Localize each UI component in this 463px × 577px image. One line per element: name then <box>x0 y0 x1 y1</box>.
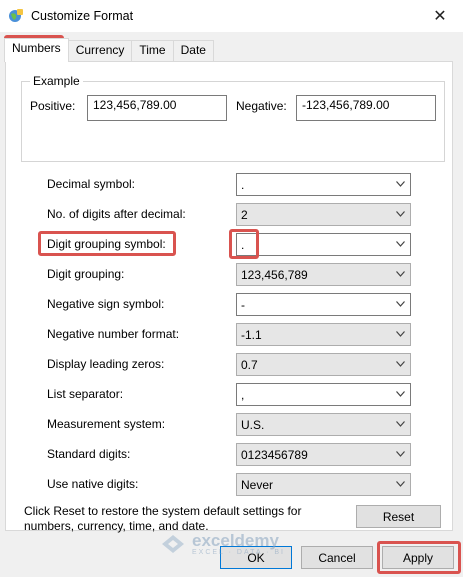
setting-value: 0123456789 <box>241 448 308 462</box>
setting-dropdown[interactable]: U.S. <box>236 413 411 436</box>
setting-value: . <box>241 178 245 192</box>
negative-example-field: -123,456,789.00 <box>296 95 436 121</box>
chevron-down-icon <box>396 451 405 457</box>
tab-date[interactable]: Date <box>172 40 214 61</box>
setting-label: Digit grouping: <box>47 267 125 281</box>
close-button[interactable]: ✕ <box>417 0 463 32</box>
positive-label: Positive: <box>30 99 76 113</box>
example-group: Example Positive: 123,456,789.00 Negativ… <box>21 74 445 162</box>
setting-label: Use native digits: <box>47 477 139 491</box>
chevron-down-icon <box>396 181 405 187</box>
setting-label: List separator: <box>47 387 124 401</box>
tab-strip: Numbers Currency Time Date <box>4 38 214 62</box>
chevron-down-icon <box>396 421 405 427</box>
tab-numbers[interactable]: Numbers <box>4 38 69 62</box>
setting-dropdown[interactable]: -1.1 <box>236 323 411 346</box>
cancel-button[interactable]: Cancel <box>301 546 373 569</box>
numbers-panel: Example Positive: 123,456,789.00 Negativ… <box>5 61 453 533</box>
setting-dropdown[interactable]: 0.7 <box>236 353 411 376</box>
title-bar: Customize Format ✕ <box>0 0 463 32</box>
reset-note: Click Reset to restore the system defaul… <box>24 504 302 533</box>
window-title: Customize Format <box>31 9 134 23</box>
setting-dropdown[interactable]: . <box>236 233 411 256</box>
setting-dropdown[interactable]: - <box>236 293 411 316</box>
setting-label: Display leading zeros: <box>47 357 165 371</box>
ok-button[interactable]: OK <box>220 546 292 569</box>
setting-value: 0.7 <box>241 358 258 372</box>
setting-label: Negative number format: <box>47 327 180 341</box>
chevron-down-icon <box>396 241 405 247</box>
setting-dropdown[interactable]: 123,456,789 <box>236 263 411 286</box>
chevron-down-icon <box>396 211 405 217</box>
setting-dropdown[interactable]: , <box>236 383 411 406</box>
close-icon: ✕ <box>433 8 447 25</box>
setting-value: . <box>241 238 245 252</box>
chevron-down-icon <box>396 271 405 277</box>
setting-value: 2 <box>241 208 248 222</box>
exceldemy-logo-icon <box>162 535 184 553</box>
setting-value: U.S. <box>241 418 265 432</box>
setting-label: Standard digits: <box>47 447 131 461</box>
setting-label: Measurement system: <box>47 417 166 431</box>
chevron-down-icon <box>396 301 405 307</box>
negative-label: Negative: <box>236 99 287 113</box>
setting-label: Digit grouping symbol: <box>47 237 166 251</box>
chevron-down-icon <box>396 361 405 367</box>
setting-dropdown[interactable]: . <box>236 173 411 196</box>
globe-settings-icon <box>9 9 23 22</box>
chevron-down-icon <box>396 391 405 397</box>
setting-dropdown[interactable]: 2 <box>236 203 411 226</box>
setting-value: Never <box>241 478 274 492</box>
setting-dropdown[interactable]: Never <box>236 473 411 496</box>
positive-example-field: 123,456,789.00 <box>87 95 227 121</box>
setting-label: Decimal symbol: <box>47 177 136 191</box>
example-legend: Example <box>30 74 83 88</box>
chevron-down-icon <box>396 331 405 337</box>
setting-label: Negative sign symbol: <box>47 297 165 311</box>
reset-button[interactable]: Reset <box>356 505 441 528</box>
setting-value: -1.1 <box>241 328 262 342</box>
tab-currency[interactable]: Currency <box>67 40 133 61</box>
apply-button[interactable]: Apply <box>382 546 454 569</box>
setting-value: - <box>241 298 245 312</box>
setting-dropdown[interactable]: 0123456789 <box>236 443 411 466</box>
setting-value: , <box>241 388 245 402</box>
tab-time[interactable]: Time <box>131 40 174 61</box>
setting-value: 123,456,789 <box>241 268 308 282</box>
chevron-down-icon <box>396 481 405 487</box>
setting-label: No. of digits after decimal: <box>47 207 186 221</box>
